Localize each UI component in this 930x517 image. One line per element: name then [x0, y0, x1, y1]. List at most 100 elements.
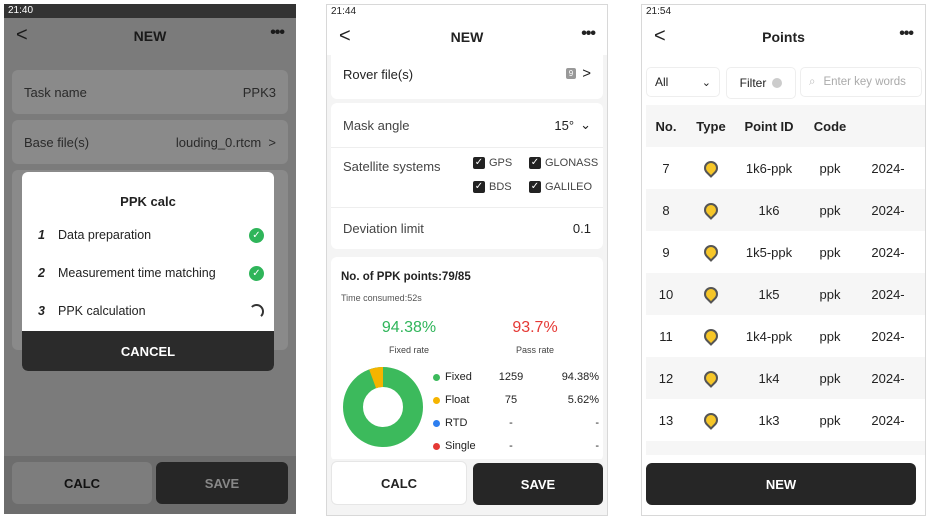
red-dot-icon — [433, 443, 440, 450]
gps-checkbox[interactable]: ✓ GPS — [473, 157, 512, 169]
chevron-down-icon: ⌄ — [701, 76, 711, 89]
point-date: 2024- — [871, 286, 905, 302]
type-filter-select[interactable]: All ⌄ — [646, 67, 720, 97]
point-number: 11 — [659, 328, 673, 344]
task-name-label: Task name — [24, 84, 87, 100]
type-filter-value: All — [655, 75, 669, 89]
page-title: NEW — [133, 28, 167, 44]
ppk-result-screen: 21:44 < NEW ••• Rover file(s) 9 > Mask a… — [326, 4, 608, 516]
green-dot-icon — [433, 374, 440, 381]
point-type-icon — [686, 284, 736, 304]
table-row[interactable]: 11 1k4-ppk ppk 2024- — [646, 315, 925, 357]
satellite-systems-label: Satellite systems — [343, 159, 441, 174]
point-type-icon — [686, 368, 736, 388]
point-code: ppk — [819, 202, 841, 218]
point-number: 10 — [658, 286, 674, 302]
point-date: 2024- — [871, 328, 905, 344]
point-date: 2024- — [871, 160, 905, 176]
point-number: 12 — [658, 370, 674, 386]
more-icon[interactable]: ••• — [581, 25, 596, 43]
rover-file-label: Rover file(s) — [343, 67, 414, 82]
point-number: 8 — [662, 202, 670, 218]
time-consumed: Time consumed:52s — [341, 293, 422, 303]
save-button[interactable]: SAVE — [473, 463, 603, 505]
point-code: ppk — [819, 412, 841, 428]
table-header: No. Type Point ID Code — [655, 118, 847, 134]
step-row: 2 Measurement time matching ✓ — [38, 262, 264, 284]
point-code: ppk — [819, 244, 841, 260]
fixed-rate-label: Fixed rate — [388, 345, 430, 355]
search-input[interactable]: ⌕ Enter key words — [800, 67, 922, 97]
settings-card: Mask angle 15° ⌄ Satellite systems ✓ GPS ✓… — [331, 103, 603, 249]
step-label: Measurement time matching — [58, 266, 216, 280]
step-row: 3 PPK calculation — [38, 300, 264, 322]
yellow-dot-icon — [433, 397, 440, 404]
check-circle-icon: ✓ — [249, 227, 264, 243]
rover-file-row[interactable]: Rover file(s) 9 > — [331, 53, 603, 99]
point-id: 1k6-ppk — [745, 160, 793, 176]
filter-label: Filter — [739, 76, 767, 90]
point-code: ppk — [819, 286, 841, 302]
deviation-limit-value: 0.1 — [572, 220, 591, 236]
mask-angle-label: Mask angle — [343, 117, 410, 133]
pass-rate-value: 93.7% — [512, 319, 558, 336]
point-type-icon — [686, 326, 736, 346]
step-number: 3 — [38, 304, 45, 318]
point-id: 1k4-ppk — [745, 328, 793, 344]
page-title: Points — [762, 29, 805, 45]
point-id: 1k3 — [758, 412, 780, 428]
task-name-row[interactable]: Task name PPK3 — [12, 70, 288, 114]
loading-spinner-icon — [249, 303, 264, 319]
point-type-icon — [686, 410, 736, 430]
table-row[interactable]: 8 1k6 ppk 2024- — [646, 189, 925, 231]
legend-row-float: Float 75 5.62% — [433, 394, 599, 417]
cancel-button[interactable]: CANCEL — [22, 331, 274, 371]
point-id: 1k6 — [758, 202, 780, 218]
glonass-checkbox[interactable]: ✓ GLONASS — [529, 157, 598, 169]
table-row[interactable]: 9 1k5-ppk ppk 2024- — [646, 231, 925, 273]
legend: Fixed 1259 94.38% Float 75 5.62% RTD - -… — [433, 371, 599, 463]
table-row[interactable]: 7 1k6-ppk ppk 2024- — [646, 147, 925, 189]
check-circle-icon: ✓ — [249, 265, 264, 281]
blue-dot-icon — [433, 420, 440, 427]
table-row[interactable]: 10 1k5 ppk 2024- — [646, 273, 925, 315]
point-id: 1k5 — [758, 286, 780, 302]
bds-checkbox[interactable]: ✓ BDS — [473, 181, 512, 193]
base-file-row[interactable]: Base file(s) louding_0.rtcm > — [12, 120, 288, 164]
calc-button[interactable]: CALC — [12, 462, 152, 504]
top-bar: < Points ••• — [642, 19, 925, 55]
deviation-limit-row[interactable]: Deviation limit 0.1 — [331, 209, 603, 247]
status-bar-time: 21:40 — [4, 4, 296, 18]
table-row[interactable]: 13 1k3 ppk 2024- — [646, 399, 925, 441]
point-type-icon — [686, 242, 736, 262]
save-button[interactable]: SAVE — [156, 462, 288, 504]
point-number: 13 — [658, 412, 674, 428]
chevron-right-icon: > — [268, 134, 276, 150]
legend-row-rtd: RTD - - — [433, 417, 599, 440]
table-row[interactable]: 12 1k4 ppk 2024- — [646, 357, 925, 399]
more-icon[interactable]: ••• — [899, 25, 914, 43]
mask-angle-row[interactable]: Mask angle 15° ⌄ — [331, 103, 603, 147]
point-code: ppk — [819, 370, 841, 386]
point-id: 1k4 — [758, 370, 780, 386]
file-count-badge: 9 — [565, 68, 577, 79]
point-date: 2024- — [871, 370, 905, 386]
search-icon: ⌕ — [809, 75, 816, 88]
point-date: 2024- — [871, 412, 905, 428]
points-list-screen: 21:54 < Points ••• All ⌄ Filter ⌕ Enter ke… — [641, 4, 926, 516]
step-number: 2 — [38, 266, 45, 280]
top-bar: < NEW ••• — [327, 19, 607, 55]
step-row: 1 Data preparation ✓ — [38, 224, 264, 246]
status-bar-time: 21:44 — [327, 5, 607, 19]
calc-button[interactable]: CALC — [331, 461, 467, 505]
filter-button[interactable]: Filter — [726, 67, 796, 99]
galileo-checkbox[interactable]: ✓ GALILEO — [529, 181, 592, 193]
top-bar: < NEW ••• — [4, 18, 296, 54]
dialog-title: PPK calc — [120, 194, 176, 209]
point-number: 9 — [662, 244, 670, 260]
info-icon — [772, 78, 783, 88]
more-icon[interactable]: ••• — [270, 24, 285, 42]
point-type-icon — [686, 158, 736, 178]
new-point-button[interactable]: NEW — [646, 463, 916, 505]
point-code: ppk — [819, 160, 841, 176]
